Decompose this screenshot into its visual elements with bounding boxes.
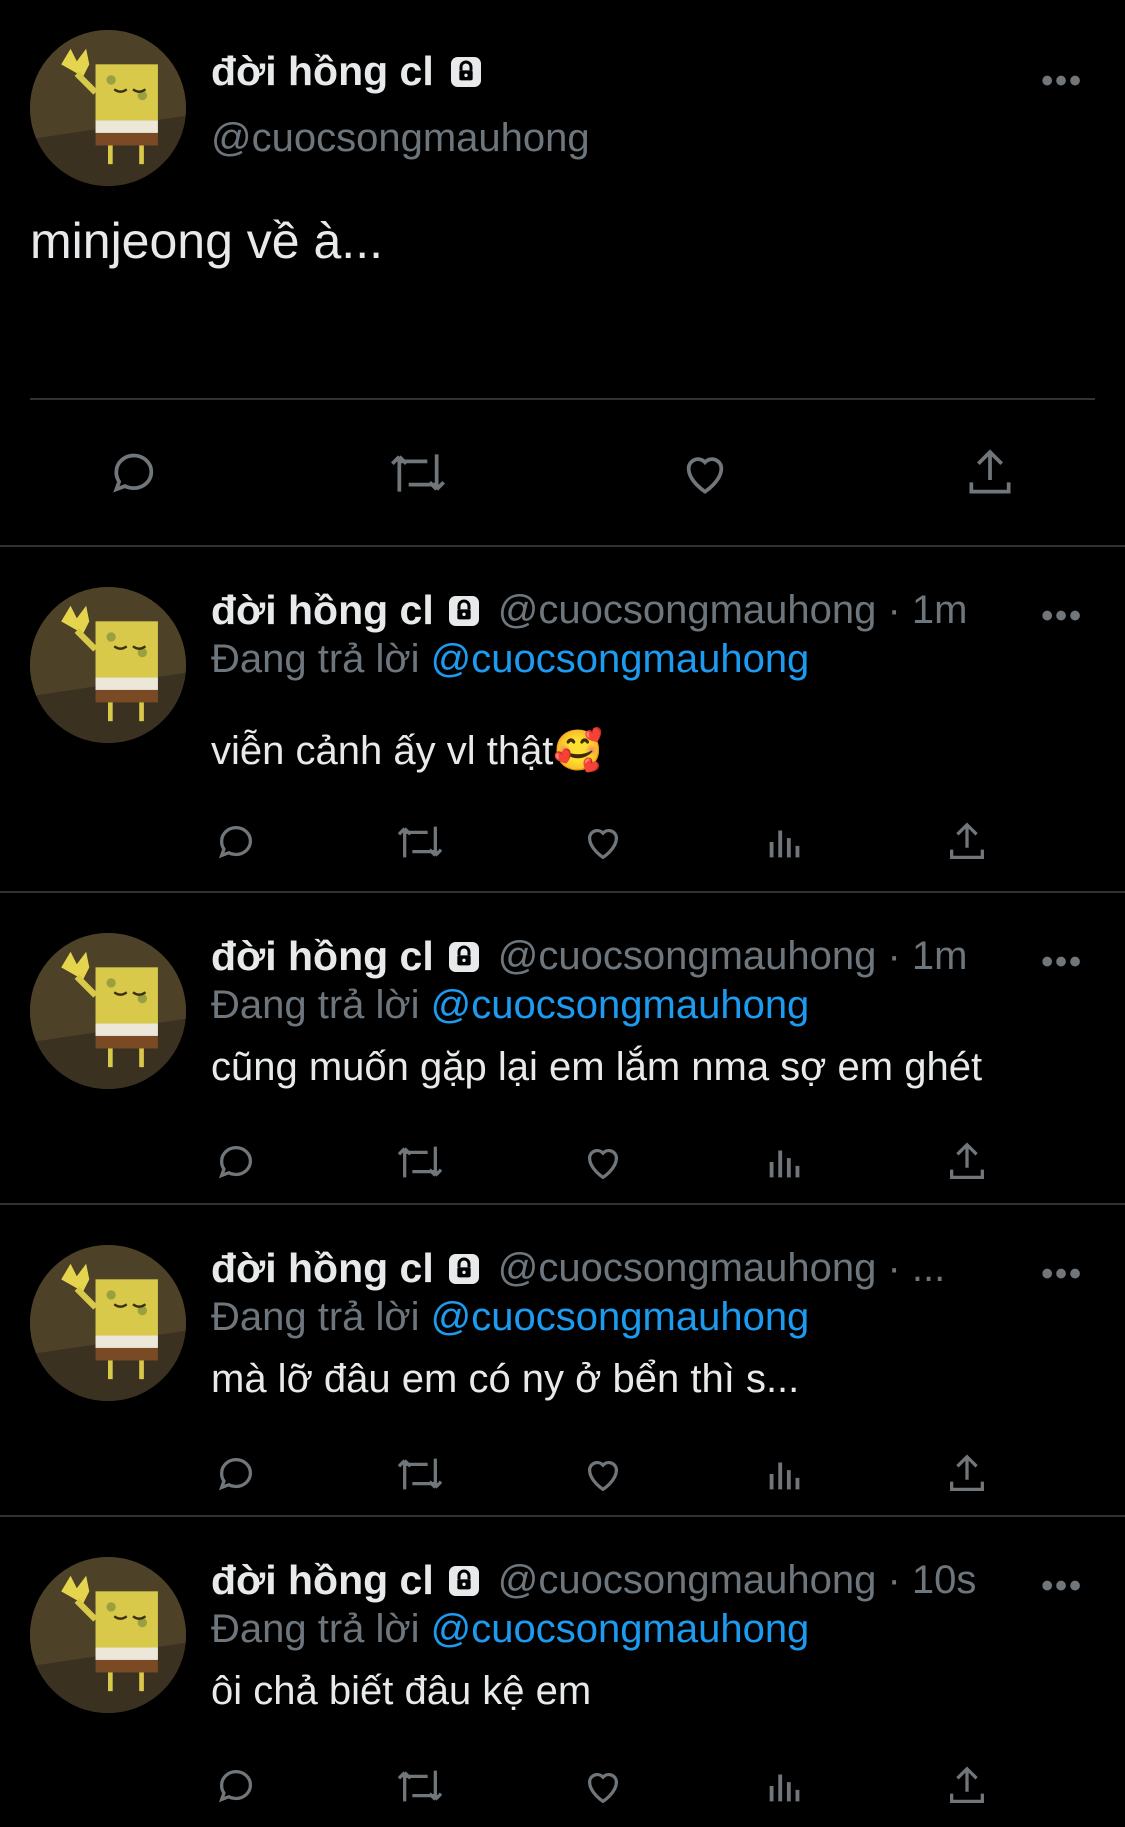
lock-icon	[444, 591, 484, 631]
retweet-icon[interactable]	[392, 1139, 448, 1185]
share-icon[interactable]	[944, 819, 990, 865]
avatar[interactable]	[30, 30, 186, 186]
analytics-icon[interactable]	[762, 1451, 808, 1497]
reply-tweet[interactable]: đời hồng cl @cuocsongmauhong · 10s ••• Đ…	[0, 1517, 1125, 1827]
display-name-row[interactable]: đời hồng cl	[211, 933, 484, 980]
retweet-icon[interactable]	[392, 1763, 448, 1809]
avatar[interactable]	[30, 1557, 186, 1713]
display-name: đời hồng cl	[211, 933, 434, 979]
retweet-icon[interactable]	[392, 819, 448, 865]
display-name-row[interactable]: đời hồng cl	[211, 1557, 484, 1604]
avatar-image	[30, 30, 186, 186]
reply-icon[interactable]	[214, 819, 260, 865]
replying-handle-link[interactable]: @cuocsongmauhong	[431, 1295, 810, 1339]
avatar-image	[30, 933, 186, 1089]
avatar-image	[30, 1245, 186, 1401]
replying-to: Đang trả lời @cuocsongmauhong	[211, 1607, 809, 1652]
handle-timestamp[interactable]: @cuocsongmauhong · ...	[498, 1246, 946, 1291]
tweet-text: cũng muốn gặp lại em lắm nma sợ em ghét	[211, 1045, 983, 1089]
like-icon[interactable]	[580, 1763, 626, 1809]
display-name: đời hồng cl	[211, 1557, 434, 1603]
replying-label: Đang trả lời	[211, 637, 420, 681]
display-name-row[interactable]: đời hồng cl	[211, 1245, 484, 1292]
analytics-icon[interactable]	[762, 819, 808, 865]
more-options-icon[interactable]: •••	[1041, 599, 1083, 633]
retweet-icon[interactable]	[392, 1451, 448, 1497]
avatar[interactable]	[30, 1245, 186, 1401]
reply-header: đời hồng cl @cuocsongmauhong · 1m	[211, 587, 968, 634]
more-options-icon[interactable]: •••	[1041, 1569, 1083, 1603]
share-icon[interactable]	[944, 1763, 990, 1809]
avatar[interactable]	[30, 933, 186, 1089]
display-name-row[interactable]: đời hồng cl	[211, 587, 484, 634]
share-icon[interactable]	[944, 1451, 990, 1497]
reply-icon[interactable]	[214, 1451, 260, 1497]
lock-icon	[444, 937, 484, 977]
replying-label: Đang trả lời	[211, 983, 420, 1027]
more-options-icon[interactable]: •••	[1041, 64, 1083, 98]
display-name: đời hồng cl	[211, 1245, 434, 1291]
reply-icon[interactable]	[214, 1763, 260, 1809]
more-options-icon[interactable]: •••	[1041, 1257, 1083, 1291]
tweet-text: mà lỡ đâu em có ny ở bển thì s...	[211, 1357, 800, 1401]
share-icon[interactable]	[962, 445, 1018, 501]
display-name: đời hồng cl	[211, 48, 434, 94]
lock-icon	[446, 52, 486, 92]
replying-handle-link[interactable]: @cuocsongmauhong	[431, 1607, 810, 1651]
like-icon[interactable]	[580, 819, 626, 865]
replying-label: Đang trả lời	[211, 1295, 420, 1339]
more-options-icon[interactable]: •••	[1041, 945, 1083, 979]
like-icon[interactable]	[677, 445, 733, 501]
avatar-image	[30, 1557, 186, 1713]
avatar-image	[30, 587, 186, 743]
handle[interactable]: @cuocsongmauhong	[211, 116, 590, 161]
reply-header: đời hồng cl @cuocsongmauhong · 1m	[211, 933, 968, 980]
replying-handle-link[interactable]: @cuocsongmauhong	[431, 983, 810, 1027]
reply-icon[interactable]	[214, 1139, 260, 1185]
like-icon[interactable]	[580, 1451, 626, 1497]
like-icon[interactable]	[580, 1139, 626, 1185]
handle-timestamp[interactable]: @cuocsongmauhong · 1m	[498, 588, 968, 633]
replying-label: Đang trả lời	[211, 1607, 420, 1651]
handle-timestamp[interactable]: @cuocsongmauhong · 10s	[498, 1558, 977, 1603]
lock-icon	[444, 1561, 484, 1601]
replying-to: Đang trả lời @cuocsongmauhong	[211, 637, 809, 682]
reply-tweet[interactable]: đời hồng cl @cuocsongmauhong · ... ••• Đ…	[0, 1205, 1125, 1515]
replying-to: Đang trả lời @cuocsongmauhong	[211, 1295, 809, 1340]
analytics-icon[interactable]	[762, 1139, 808, 1185]
reply-icon[interactable]	[107, 445, 163, 501]
handle-timestamp[interactable]: @cuocsongmauhong · 1m	[498, 934, 968, 979]
divider	[30, 398, 1095, 400]
reply-header: đời hồng cl @cuocsongmauhong · 10s	[211, 1557, 976, 1604]
avatar[interactable]	[30, 587, 186, 743]
tweet-text: minjeong về à...	[30, 213, 383, 269]
reply-header: đời hồng cl @cuocsongmauhong · ...	[211, 1245, 945, 1292]
tweet-text: ôi chả biết đâu kệ em	[211, 1669, 592, 1713]
reply-tweet[interactable]: đời hồng cl @cuocsongmauhong · 1m ••• Đa…	[0, 893, 1125, 1203]
retweet-icon[interactable]	[385, 445, 451, 501]
replying-to: Đang trả lời @cuocsongmauhong	[211, 983, 809, 1028]
reply-tweet[interactable]: đời hồng cl @cuocsongmauhong · 1m ••• Đa…	[0, 547, 1125, 860]
lock-icon	[444, 1249, 484, 1289]
share-icon[interactable]	[944, 1139, 990, 1185]
tweet-text: viễn cảnh ấy vl thật🥰	[211, 729, 604, 773]
analytics-icon[interactable]	[762, 1763, 808, 1809]
display-name-row[interactable]: đời hồng cl	[211, 48, 486, 95]
replying-handle-link[interactable]: @cuocsongmauhong	[431, 637, 810, 681]
display-name: đời hồng cl	[211, 587, 434, 633]
